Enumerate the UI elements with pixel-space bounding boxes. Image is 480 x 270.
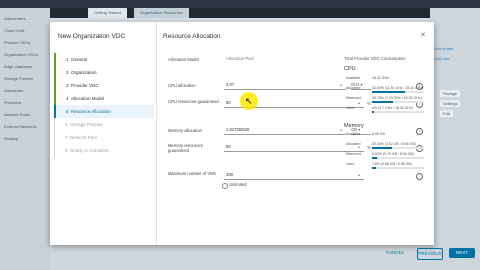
consumption-bar <box>372 147 424 149</box>
consumption-value: 39.78% (7.29 GHz / 18.32 GHz) <box>372 96 422 100</box>
consumption-label: Used <box>346 162 355 166</box>
consumption-bar <box>372 91 424 93</box>
step-allocation-model[interactable]: 4 Allocation Model <box>54 92 154 105</box>
consumption-bar <box>372 167 424 169</box>
memory-allocation-label: Memory allocation <box>168 128 202 133</box>
consumption-value: 18.32 GHz <box>372 76 389 80</box>
consumption-label: Reserved <box>346 96 361 100</box>
sidebar-item[interactable]: Datastores <box>4 88 23 93</box>
consumption-value: 8.82% (0.79 GB / 8.96 GB) <box>372 152 414 156</box>
sidebar-item[interactable]: Datacenters <box>4 16 26 21</box>
step-organization[interactable]: 2 Organization <box>54 66 154 79</box>
consumption-value: 39.33% (3.52 GB / 8.96 GB) <box>372 142 416 146</box>
step-general[interactable]: 1 General <box>54 53 154 66</box>
sidebar-item[interactable]: Storage Policies <box>4 76 33 81</box>
sidebar-item[interactable]: Cloud Cells <box>4 28 24 33</box>
next-button[interactable]: NEXT <box>449 248 475 258</box>
memory-guaranteed-label: Memory resources guaranteed <box>168 143 203 153</box>
divider <box>156 22 157 245</box>
consumption-bar-fill <box>372 167 376 169</box>
unlimited-label: Unlimited <box>229 182 247 187</box>
tab-getting-started[interactable]: Getting Started <box>88 8 127 18</box>
stepper-icon[interactable]: ▴ <box>358 99 360 107</box>
stepper-icon[interactable]: ▴ <box>340 126 342 134</box>
sidebar-item[interactable]: Provider VDCs <box>4 40 30 45</box>
unlimited-radio[interactable] <box>222 183 228 189</box>
link-add-tenant[interactable]: Add tenant <box>434 46 453 51</box>
sidebar-item[interactable]: Organization VDCs <box>4 52 38 57</box>
percent-sign: % <box>367 145 371 150</box>
right-button-storage[interactable]: Storage <box>440 90 461 97</box>
step-storage-policies: 6 Storage Policies <box>54 118 154 131</box>
consumption-value: 8.96 GB <box>372 132 385 136</box>
cpu-allocation-label: CPU allocation <box>168 83 196 88</box>
mouse-pointer-icon: ↖ <box>245 96 253 106</box>
consumption-value: 7.6% (0.68 GB / 8.96 GB) <box>372 162 412 166</box>
sidebar-item[interactable]: Routing <box>4 136 18 141</box>
right-button-edit[interactable]: Edit <box>440 110 453 117</box>
consumption-bar-fill <box>372 91 405 93</box>
cpu-allocation-input[interactable]: 3.07 ▴ <box>224 81 346 90</box>
step-ready-to-complete: 8 Ready to Complete <box>54 144 154 157</box>
info-icon[interactable]: i <box>416 173 423 180</box>
top-bar <box>0 0 480 8</box>
tab-organization-resources[interactable]: Organization Resources <box>134 8 189 18</box>
sidebar-item[interactable]: Providers <box>4 100 21 105</box>
consumption-label: Available <box>346 76 361 80</box>
stepper-icon[interactable]: ▴ <box>340 81 342 89</box>
memory-heading: Memory <box>344 123 364 129</box>
consumption-label: Allocated <box>346 142 361 146</box>
consumption-bar-fill <box>372 157 377 159</box>
consumption-value: 4% (0.7 GHz / 18.32 GHz) <box>372 106 413 110</box>
bottom-bar <box>50 250 430 270</box>
dialog-title: New Organization VDC <box>58 33 126 40</box>
step-resource-allocation[interactable]: 5 Resource Allocation <box>54 105 154 118</box>
memory-allocation-input[interactable]: 1.92708/625 ▴ <box>224 126 346 135</box>
consumption-label: Allocated <box>346 86 361 90</box>
provider-consumption-title: Total Provider VDC Consumption <box>344 56 406 61</box>
right-button-settings[interactable]: Settings <box>440 100 461 107</box>
consumption-bar <box>372 111 424 113</box>
consumption-bar <box>372 101 424 103</box>
consumption-label: Available <box>346 132 361 136</box>
info-icon[interactable]: i <box>416 128 423 135</box>
sidebar-item[interactable]: Network Pools <box>4 112 30 117</box>
allocation-model-label: Allocation Model <box>168 57 199 62</box>
consumption-bar <box>372 157 424 159</box>
previous-button[interactable]: PREVIOUS <box>417 248 443 260</box>
step-network-pool: 7 Network Pool <box>54 131 154 144</box>
consumption-label: Reserved <box>346 152 361 156</box>
percent-sign: % <box>367 101 371 106</box>
consumption-bar-fill <box>372 111 375 113</box>
consumption-value: 62.84% (11.51 GHz / 18.32 GHz) <box>372 86 424 90</box>
consumption-bar-fill <box>372 101 393 103</box>
memory-guaranteed-input[interactable]: 50 ▴ <box>224 143 364 152</box>
consumption-bar-fill <box>372 147 393 149</box>
cpu-guaranteed-label: CPU resources guaranteed <box>168 99 219 104</box>
step-provider-vdc[interactable]: 3 Provider VDC <box>54 79 154 92</box>
link-add-new[interactable]: Add new <box>434 56 450 61</box>
cancel-button[interactable]: CANCEL <box>383 248 407 258</box>
close-icon[interactable]: ✕ <box>420 31 426 39</box>
sidebar-item[interactable]: Edge Gateways <box>4 64 32 69</box>
max-vms-label: Maximum number of VMs <box>168 171 216 176</box>
stepper-icon[interactable]: ▴ <box>358 171 360 179</box>
section-title: Resource Allocation <box>163 33 221 40</box>
max-vms-input[interactable]: 100 ▴ <box>224 171 364 180</box>
consumption-label: Used <box>346 106 355 110</box>
cpu-heading: CPU <box>344 66 356 72</box>
sidebar-item[interactable]: External Networks <box>4 124 36 129</box>
allocation-model-value: Allocation Pool <box>226 56 254 61</box>
